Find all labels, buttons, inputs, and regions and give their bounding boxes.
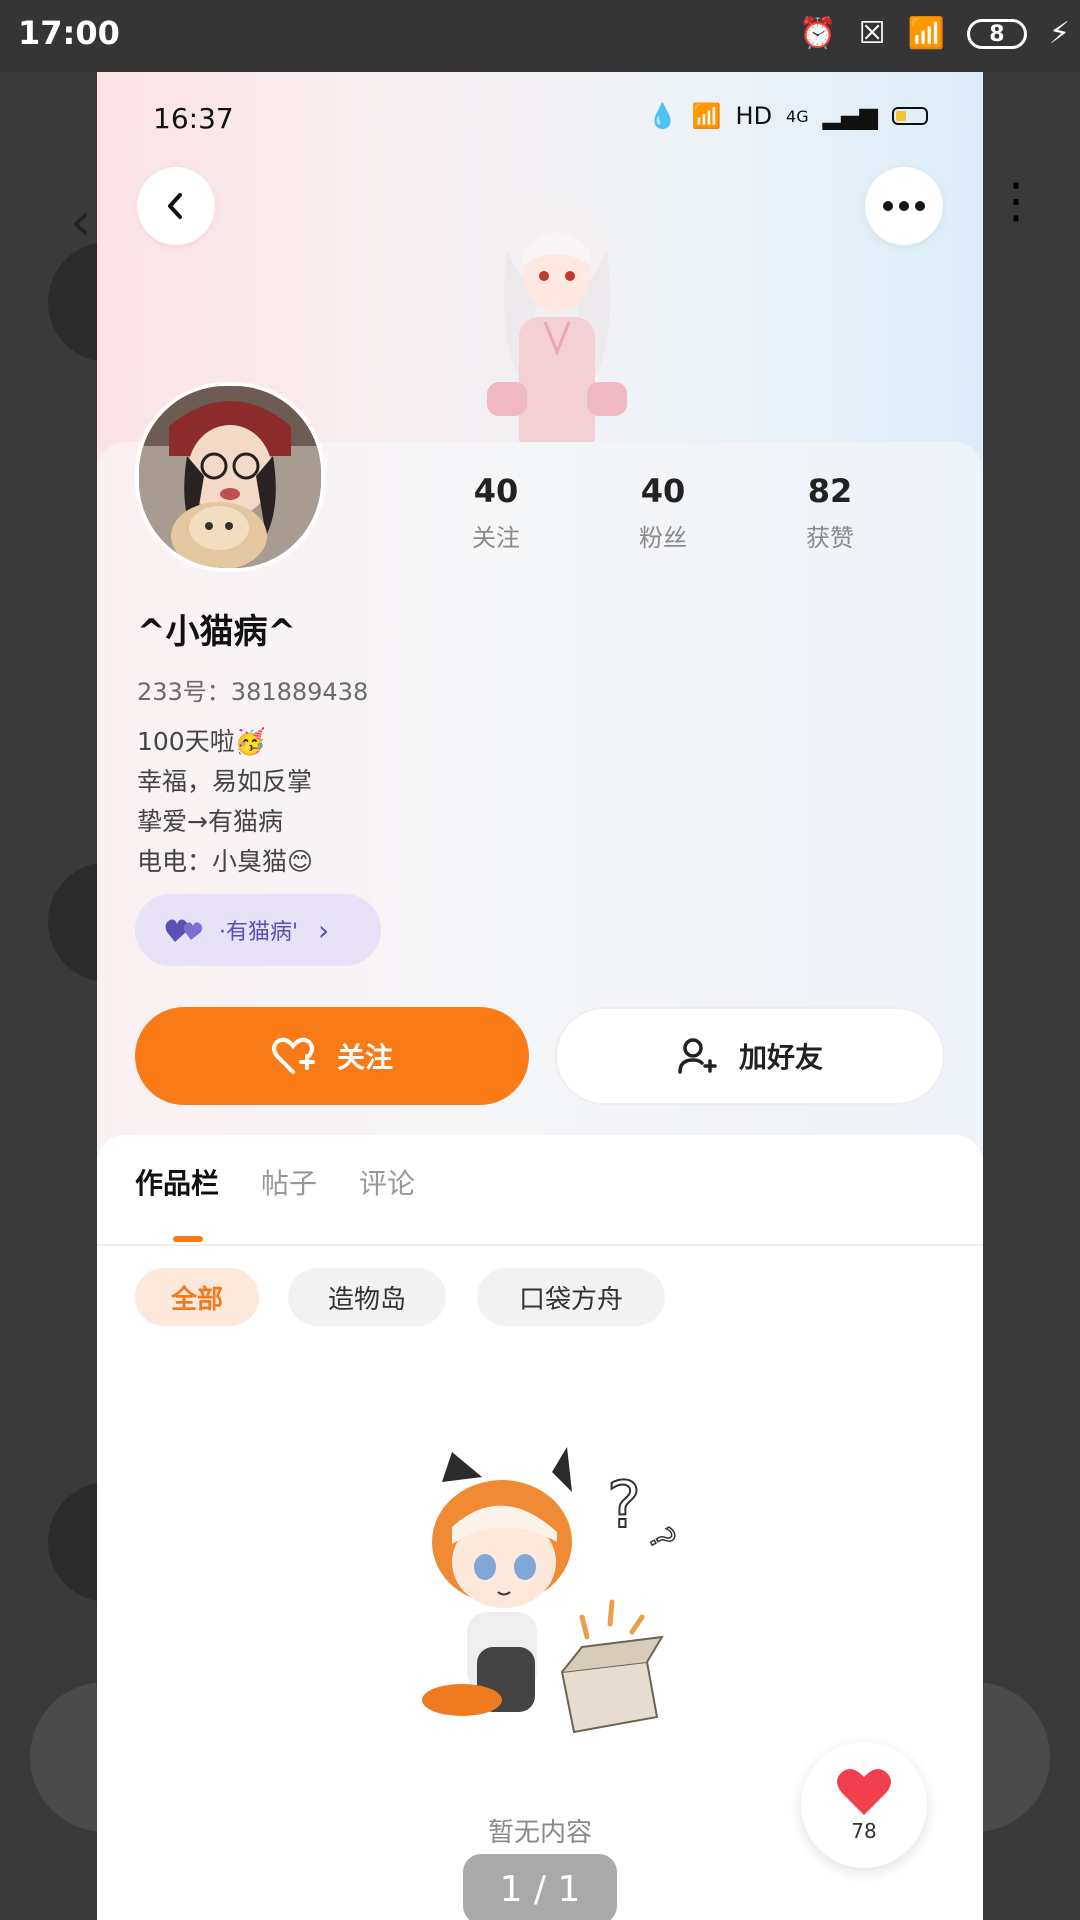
profile-screen: 16:37 💧 📶 HD 4G ▂▄▆ 40 关注 40 粉丝 82 获赞 ^小… (97, 72, 983, 1920)
user-avatar[interactable] (135, 382, 325, 572)
tabs-divider (97, 1244, 983, 1246)
user-bio: 100天啦🥳 幸福，易如反掌 挚爱→有猫病 电电：小臭猫😊 (137, 722, 313, 882)
battery-icon: 8 (966, 19, 1027, 49)
svg-text:?: ? (607, 1469, 641, 1543)
bio-line: 挚爱→有猫病 (137, 807, 283, 836)
heart-icon (837, 1768, 891, 1815)
user-id: 233号：381889438 (137, 678, 369, 706)
more-dots-icon (883, 201, 925, 211)
signal-icon: ▂▄▆ (822, 102, 878, 130)
network-label: HD (735, 102, 773, 130)
chevron-right-icon: › (318, 913, 330, 947)
like-count: 78 (851, 1819, 877, 1843)
wifi-icon: 📶 (907, 16, 945, 51)
stat-label: 粉丝 (639, 524, 687, 552)
inner-status-bar: 16:37 💧 📶 HD 4G ▂▄▆ (97, 102, 983, 142)
stat-value: 82 (807, 472, 853, 510)
tab-posts[interactable]: 帖子 (261, 1162, 317, 1202)
more-button[interactable] (865, 167, 943, 245)
battery-icon (892, 107, 928, 125)
follow-button[interactable]: 关注 (135, 1007, 529, 1105)
filter-creation-island[interactable]: 造物岛 (288, 1268, 446, 1326)
stat-value: 40 (473, 472, 519, 510)
inner-time: 16:37 (153, 102, 234, 135)
tab-indicator (173, 1236, 203, 1242)
tag-label: ·有猫病' (219, 920, 299, 945)
svg-text:?: ? (640, 1521, 684, 1557)
page-indicator: 1 / 1 (463, 1854, 617, 1920)
follow-label: 关注 (336, 1041, 393, 1074)
bio-line: 100天啦🥳 (137, 727, 266, 756)
stat-label: 关注 (472, 524, 520, 552)
floating-like-button[interactable]: 78 (801, 1742, 927, 1868)
filter-pocket-ark[interactable]: 口袋方舟 (477, 1268, 665, 1326)
stat-following[interactable]: 40 关注 (436, 472, 556, 553)
charging-icon: ⚡ (1048, 16, 1070, 51)
battery-level: 8 (989, 21, 1005, 47)
heart-plus-icon (271, 1037, 315, 1074)
tab-works[interactable]: 作品栏 (135, 1162, 219, 1202)
add-friend-button[interactable]: 加好友 (555, 1007, 945, 1105)
wifi-icon: 📶 (691, 102, 722, 130)
add-friend-label: 加好友 (738, 1041, 823, 1074)
system-status-bar: 17:00 ⏰ ☒ 📶 8 ⚡ (0, 0, 1080, 72)
stat-fans[interactable]: 40 粉丝 (603, 472, 723, 553)
empty-state-illustration: ? ? (422, 1447, 684, 1734)
add-user-icon (678, 1038, 717, 1074)
alarm-icon: ⏰ (799, 16, 837, 51)
background-back-icon: ‹ (70, 190, 92, 253)
relationship-tag[interactable]: ·有猫病' › (135, 894, 381, 966)
sim-off-icon: ☒ (858, 16, 886, 51)
system-time: 17:00 (18, 14, 120, 52)
drop-icon: 💧 (647, 102, 678, 130)
back-button[interactable] (137, 167, 215, 245)
stat-label: 获赞 (806, 524, 854, 552)
bio-line: 幸福，易如反掌 (137, 767, 313, 796)
stat-value: 40 (640, 472, 686, 510)
chevron-left-icon (168, 193, 182, 219)
user-nickname: ^小猫病^ (137, 612, 296, 652)
3d-character-avatar (487, 194, 627, 457)
stat-likes[interactable]: 82 获赞 (770, 472, 890, 553)
tab-comments[interactable]: 评论 (359, 1162, 415, 1202)
system-status-icons: ⏰ ☒ 📶 8 ⚡ (799, 16, 1070, 52)
background-menu-icon: ⋮ (992, 173, 1040, 229)
hearts-icon (165, 919, 203, 942)
avatar-photo (139, 386, 321, 568)
filter-all[interactable]: 全部 (135, 1268, 259, 1326)
inner-status-icons: 💧 📶 HD 4G ▂▄▆ (648, 102, 928, 130)
signal-label: 4G (786, 106, 809, 126)
bio-line: 电电：小臭猫😊 (137, 847, 314, 876)
